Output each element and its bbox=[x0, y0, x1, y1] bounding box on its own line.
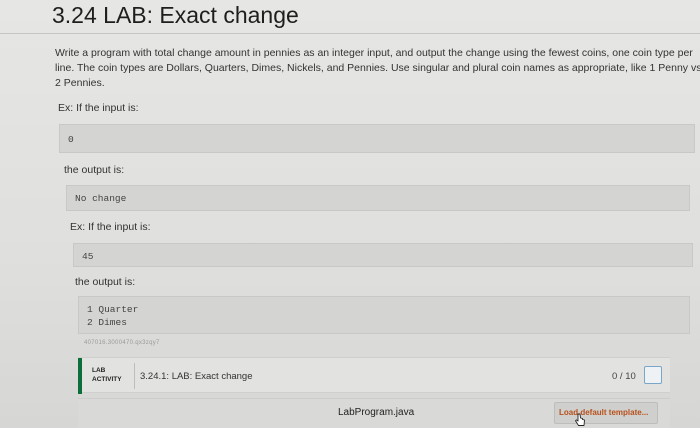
editor-file-name[interactable]: LabProgram.java bbox=[338, 407, 414, 418]
activity-id: 407016.3000470.qx3zqy7 bbox=[84, 340, 160, 346]
load-default-template-label: Load default template... bbox=[559, 408, 649, 417]
example-2-output-line-2: 2 Dimes bbox=[87, 317, 127, 328]
title-divider bbox=[0, 33, 700, 34]
example-2-intro: Ex: If the input is: bbox=[70, 221, 151, 233]
example-2-output-line-1: 1 Quarter bbox=[87, 304, 139, 315]
lab-tag-line-2: ACTIVITY bbox=[92, 376, 122, 383]
lab-tag-line-1: LAB bbox=[92, 367, 106, 374]
lab-page: 3.24 LAB: Exact change Write a program w… bbox=[0, 0, 700, 428]
hand-pointer-cursor-icon bbox=[575, 413, 585, 426]
example-1-output-line: No change bbox=[75, 193, 127, 204]
lab-activity-title: 3.24.1: LAB: Exact change bbox=[140, 371, 253, 382]
completion-checkbox-icon bbox=[644, 366, 662, 384]
example-1-intro: Ex: If the input is: bbox=[58, 102, 139, 114]
example-1-output-label: the output is: bbox=[64, 164, 125, 176]
example-1-output-box: No change bbox=[66, 185, 690, 211]
example-2-input-box: 45 bbox=[73, 243, 693, 267]
problem-description: Write a program with total change amount… bbox=[55, 47, 700, 89]
example-2-output-box: 1 Quarter 2 Dimes bbox=[78, 296, 690, 334]
example-1-input-value: 0 bbox=[68, 134, 74, 145]
lab-activity-header: LAB ACTIVITY 3.24.1: LAB: Exact change 0… bbox=[78, 357, 670, 394]
lab-tag-divider bbox=[134, 363, 135, 389]
lab-activity-tag: LAB ACTIVITY bbox=[92, 366, 122, 384]
example-2-output-label: the output is: bbox=[75, 276, 136, 288]
lab-accent-stripe bbox=[78, 358, 82, 394]
example-2-input-value: 45 bbox=[82, 251, 94, 262]
load-default-template-button[interactable]: Load default template... bbox=[554, 402, 658, 424]
lab-score: 0 / 10 bbox=[612, 371, 636, 382]
page-title: 3.24 LAB: Exact change bbox=[52, 2, 299, 28]
example-1-input-box: 0 bbox=[59, 124, 695, 153]
